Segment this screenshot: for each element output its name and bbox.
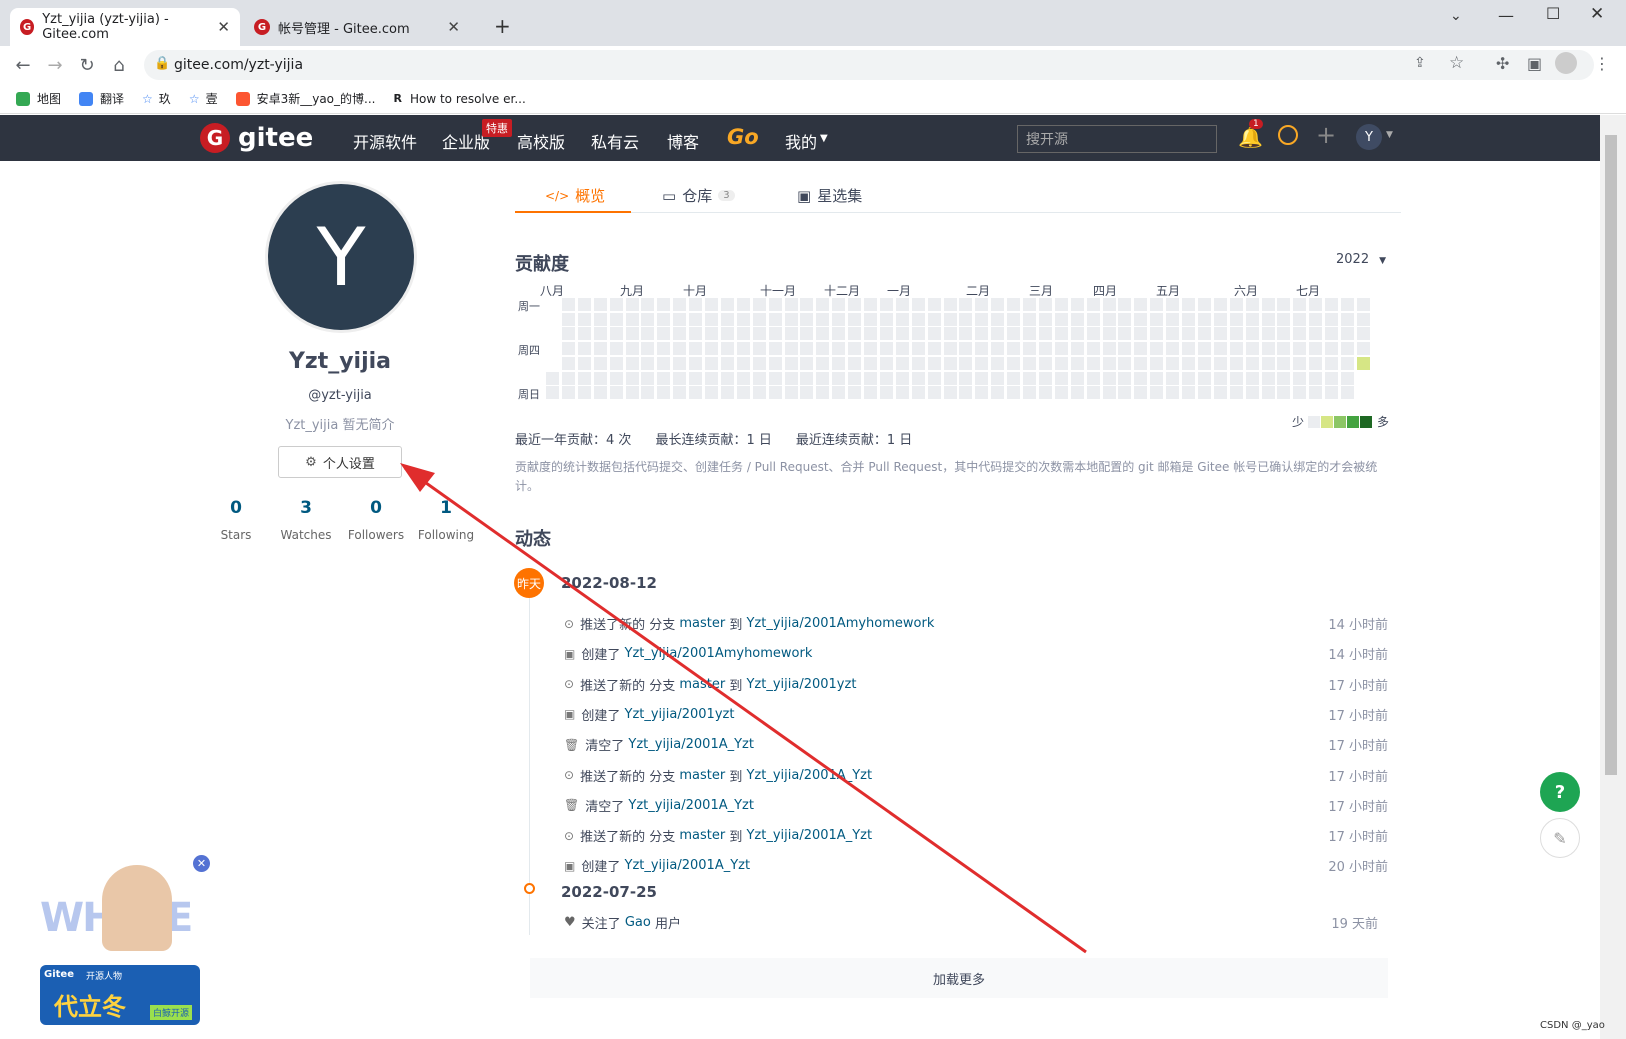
arrow-head xyxy=(400,463,435,492)
watermark: CSDN @_yao xyxy=(1540,1020,1605,1031)
annotation-arrow xyxy=(400,463,1087,954)
arrow-line xyxy=(404,466,1087,954)
